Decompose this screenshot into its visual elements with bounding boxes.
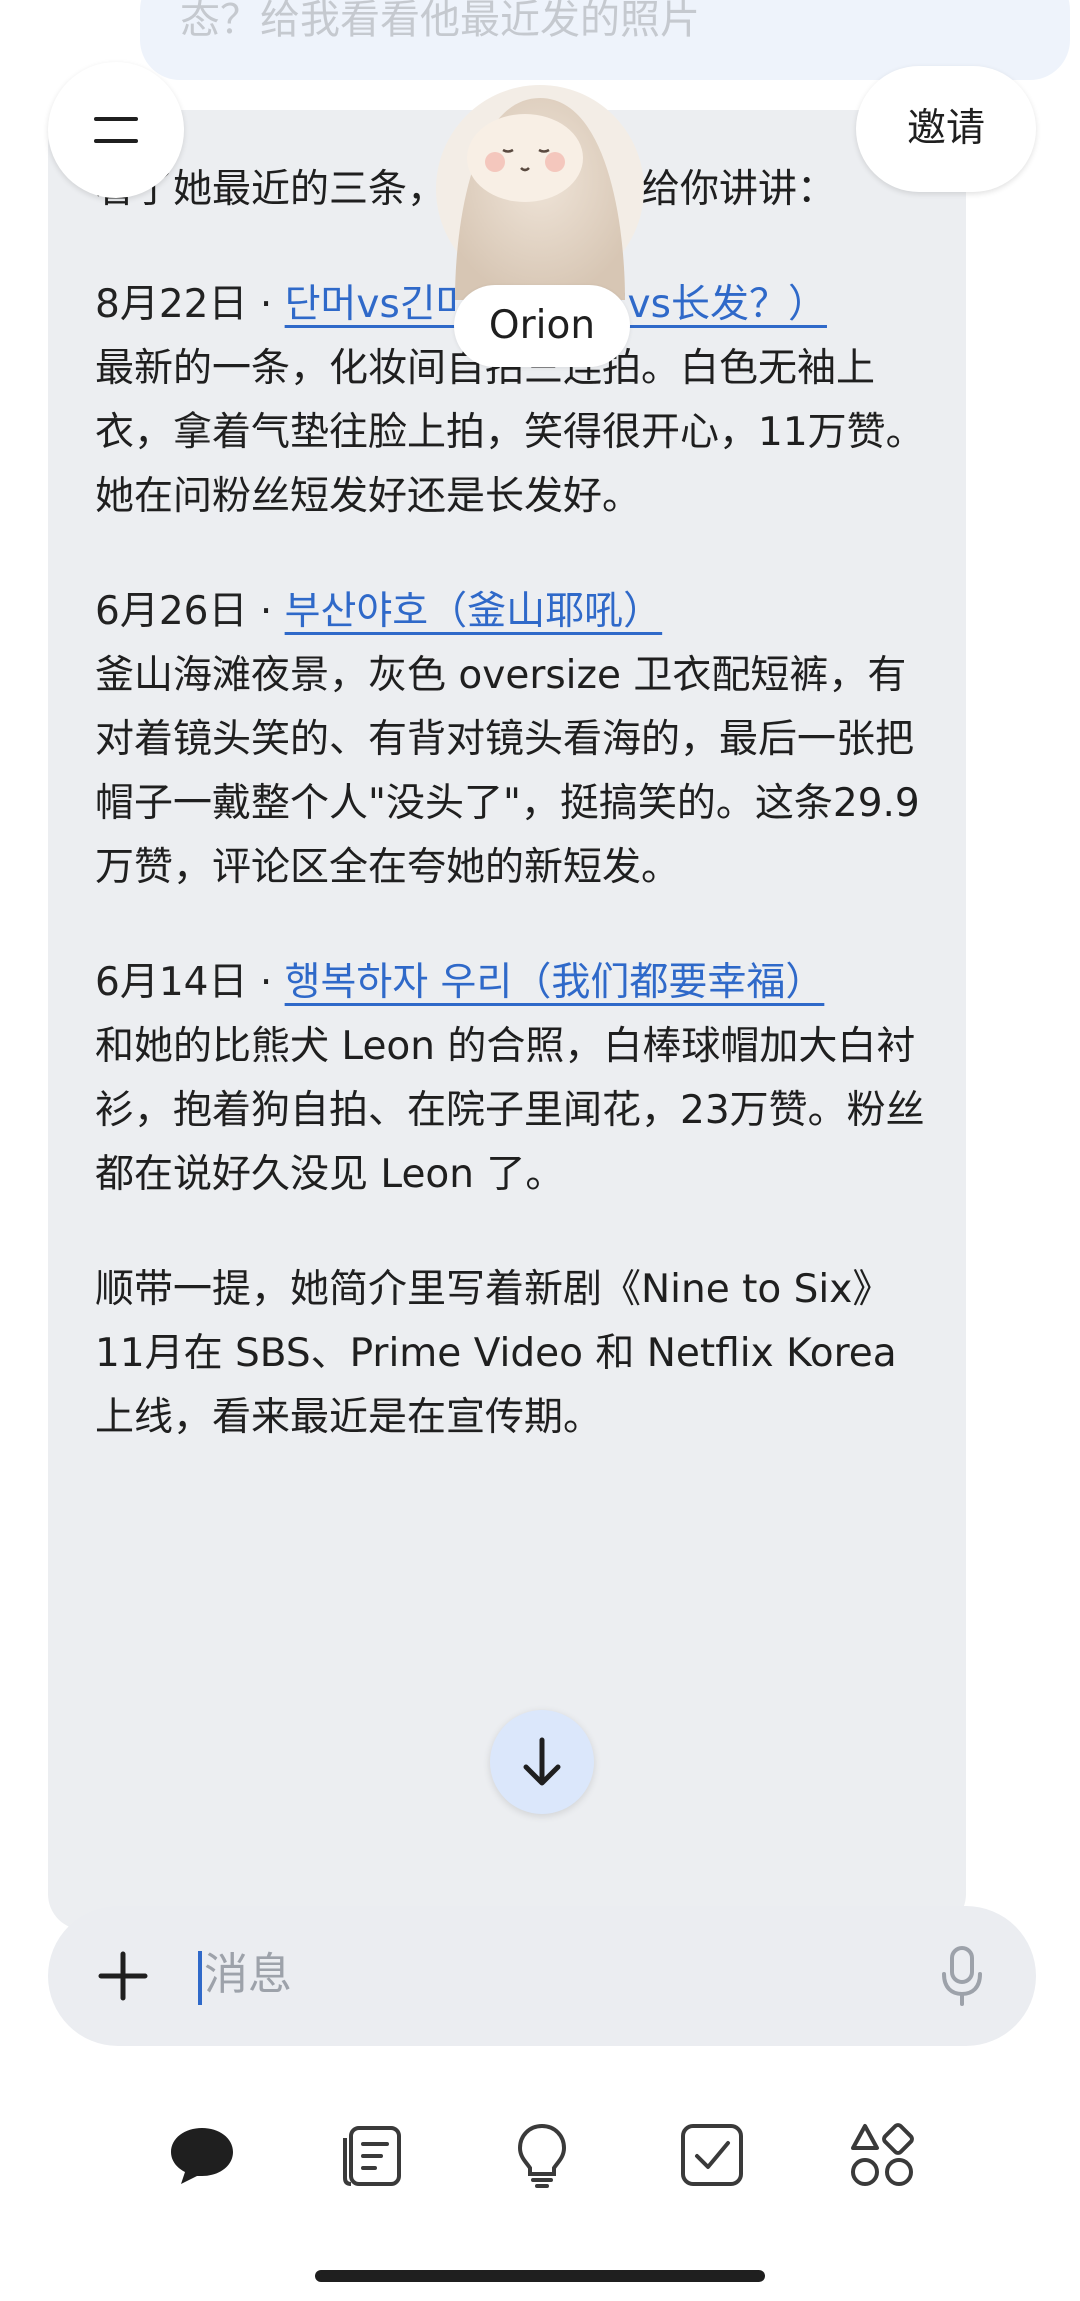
agent-name-badge: Orion (454, 285, 630, 367)
scroll-to-bottom-button[interactable] (490, 1710, 594, 1814)
agent-avatar[interactable] (435, 78, 645, 300)
plus-icon[interactable] (98, 1951, 148, 2001)
notes-icon[interactable] (337, 2120, 407, 2190)
bottom-navigation (0, 2120, 1080, 2220)
invite-button[interactable]: 邀请 (856, 66, 1036, 192)
microphone-icon[interactable] (940, 1946, 984, 2006)
post-entry: 6月14日 · 행복하자 우리（我们都要幸福） 和她的比熊犬 Leon 的合照，… (95, 951, 935, 1207)
checkbox-icon[interactable] (677, 2120, 747, 2190)
lightbulb-icon[interactable] (507, 2120, 577, 2190)
home-indicator[interactable] (315, 2270, 765, 2282)
menu-icon (94, 117, 138, 121)
post-date: 6月14日 · (95, 960, 285, 1005)
post-link[interactable]: 행복하자 우리（我们都要幸福） (285, 960, 825, 1005)
post-description: 釜山海滩夜景，灰色 oversize 卫衣配短裤，有对着镜头笑的、有背对镜头看海… (95, 653, 920, 890)
menu-button[interactable] (48, 62, 184, 198)
chat-icon[interactable] (167, 2120, 237, 2190)
message-composer: 消息 (48, 1906, 1036, 2046)
apps-icon[interactable] (847, 2120, 917, 2190)
post-description: 和她的比熊犬 Leon 的合照，白棒球帽加大白衬衫，抱着狗自拍、在院子里闻花，2… (95, 1024, 925, 1197)
post-date: 8月22日 · (95, 282, 285, 327)
post-link[interactable]: 부산야호（釜山耶吼） (285, 589, 663, 634)
post-entry: 6月26日 · 부산야호（釜山耶吼） 釜山海滩夜景，灰色 oversize 卫衣… (95, 580, 935, 900)
message-footer: 顺带一提，她简介里写着新剧《Nine to Six》11月在 SBS、Prime… (95, 1267, 897, 1440)
post-date: 6月26日 · (95, 589, 285, 634)
message-input[interactable]: 消息 (204, 1942, 292, 2008)
text-cursor (198, 1951, 202, 2005)
arrow-down-icon (523, 1737, 561, 1786)
